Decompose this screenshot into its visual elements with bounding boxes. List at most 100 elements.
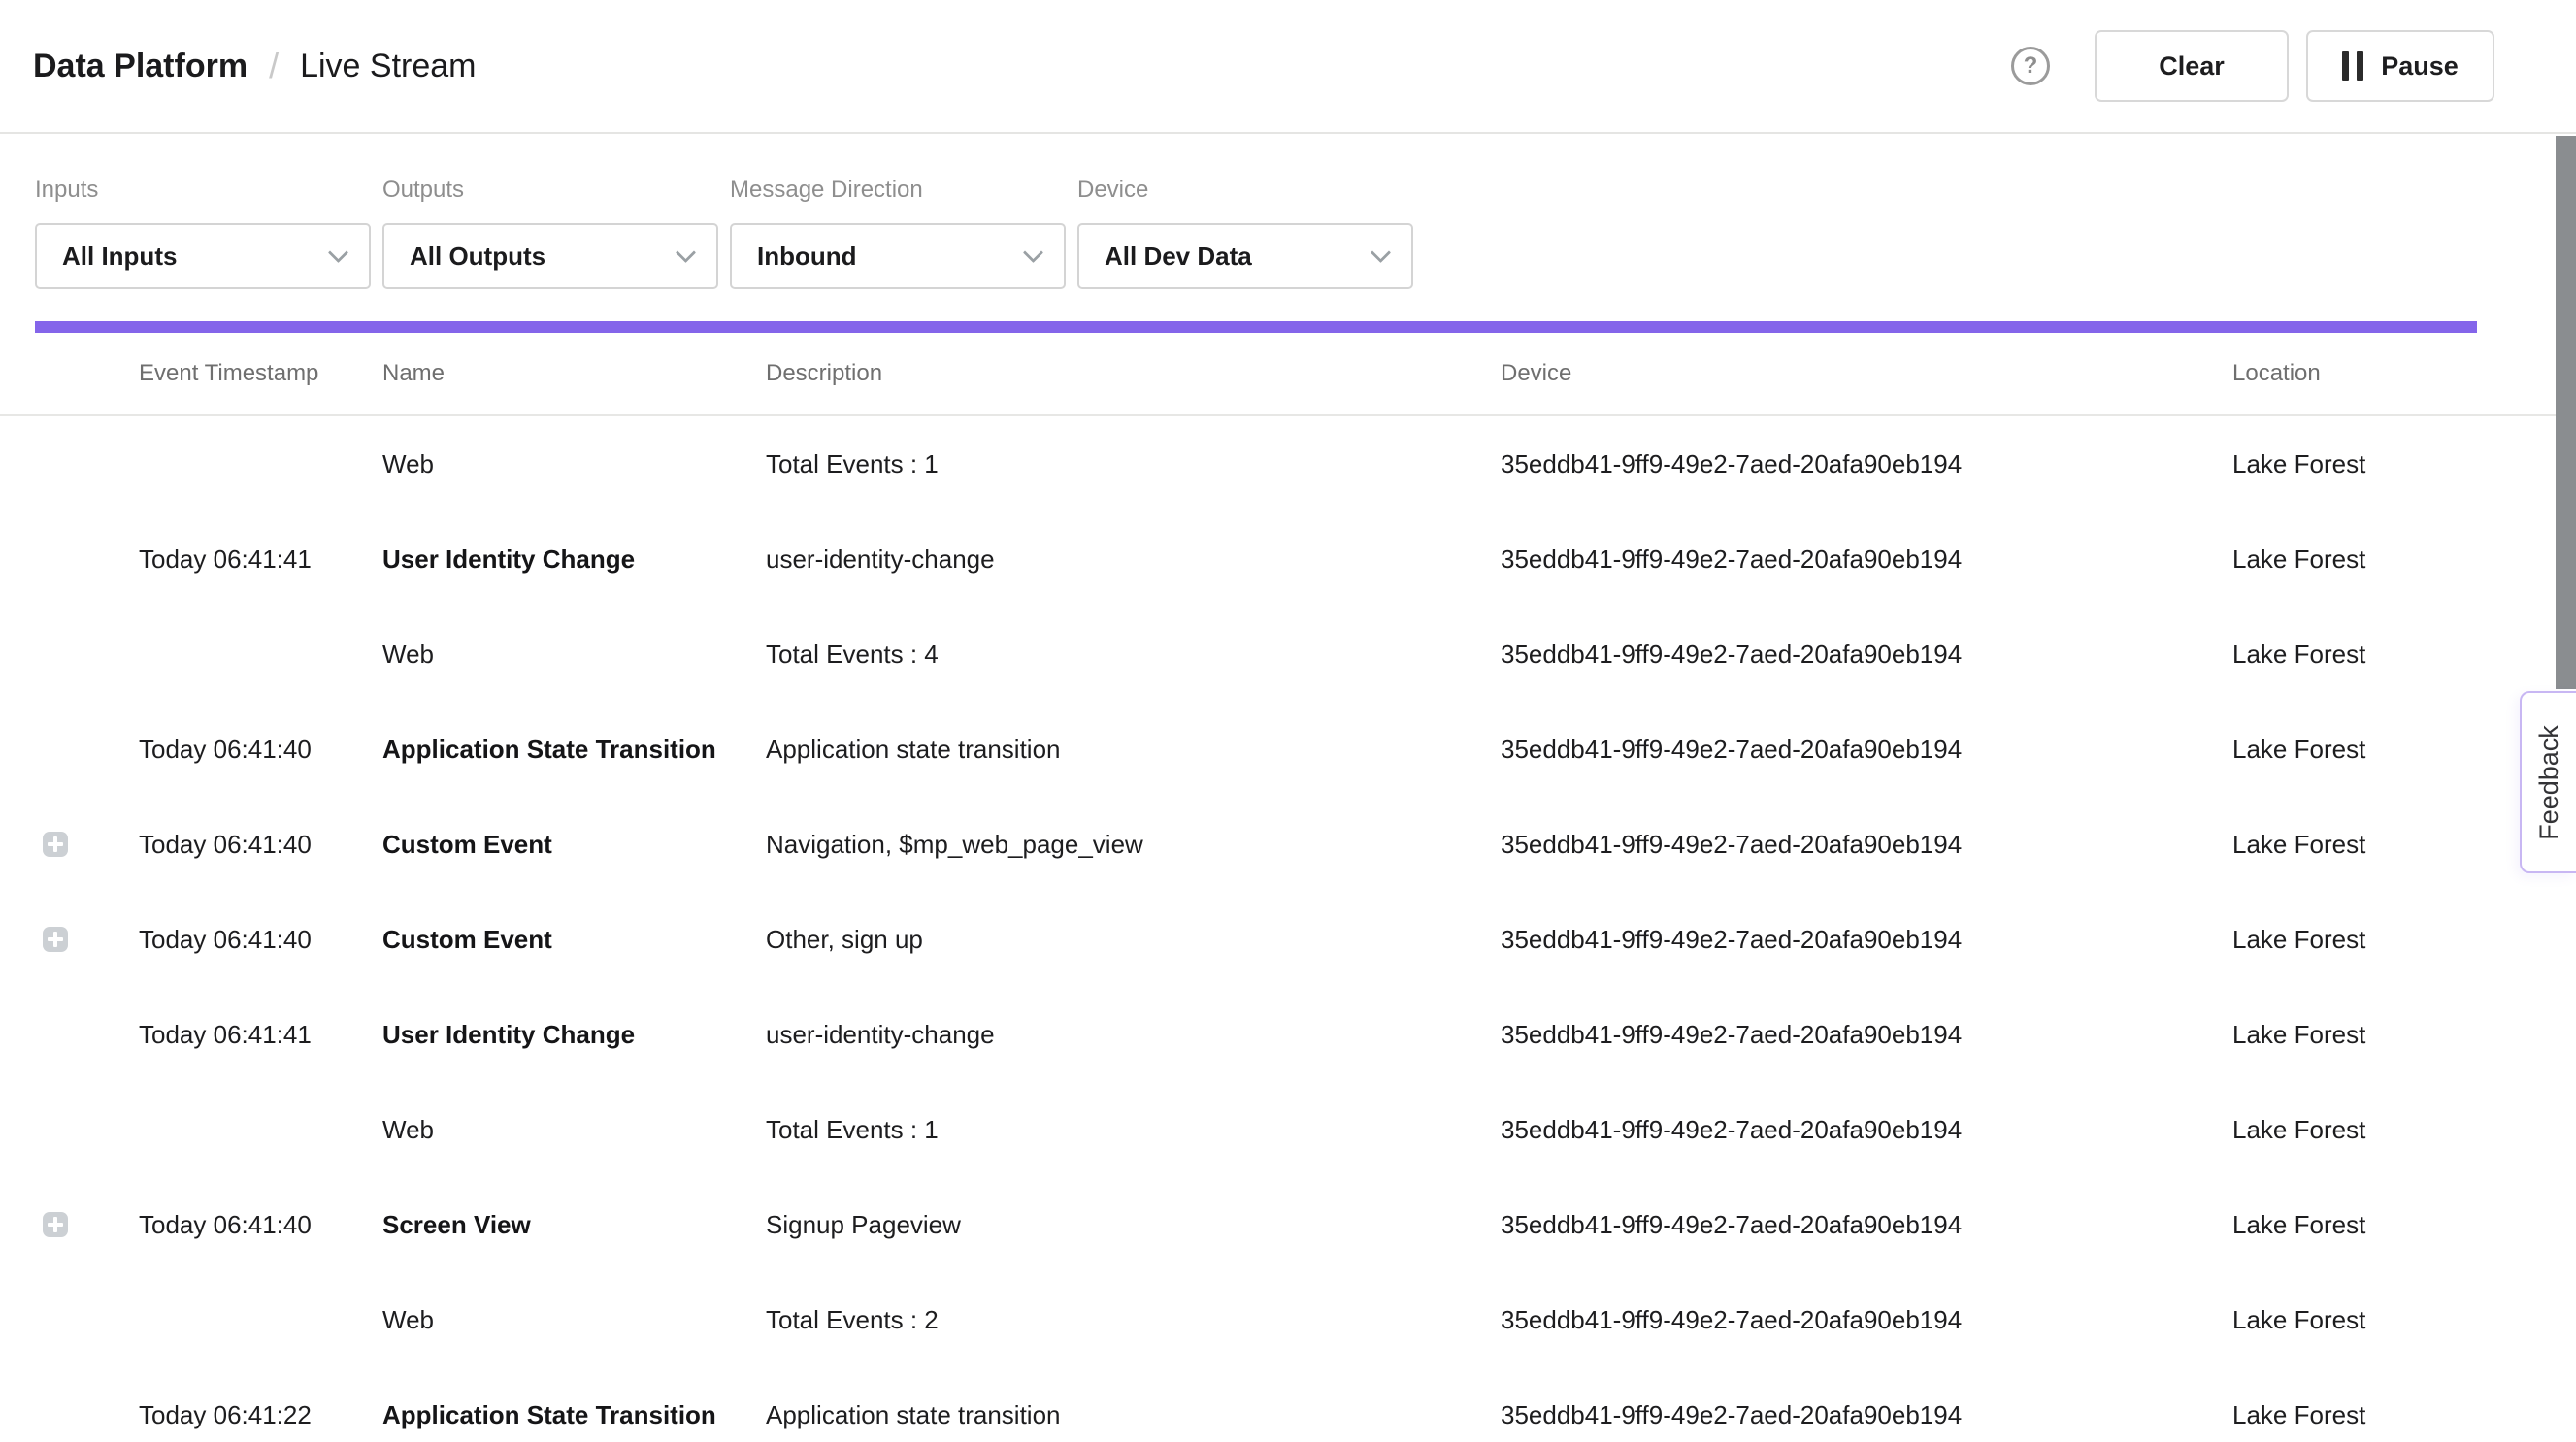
help-icon[interactable]: ? bbox=[2011, 47, 2050, 85]
table-row[interactable]: Today 06:41:40 Custom Event Navigation, … bbox=[0, 797, 2576, 892]
event-timestamp: Today 06:41:40 bbox=[139, 735, 382, 765]
table-row[interactable]: Web Total Events : 4 35eddb41-9ff9-49e2-… bbox=[0, 606, 2576, 702]
events-table: Event Timestamp Name Description Device … bbox=[0, 333, 2576, 1442]
event-location: Lake Forest bbox=[2232, 1305, 2576, 1335]
clear-button[interactable]: Clear bbox=[2095, 30, 2289, 102]
event-device: 35eddb41-9ff9-49e2-7aed-20afa90eb194 bbox=[1501, 449, 2232, 479]
feedback-tab-label: Feedback bbox=[2534, 725, 2564, 840]
event-name: Custom Event bbox=[382, 925, 766, 955]
event-description: Application state transition bbox=[766, 735, 1501, 765]
expand-icon[interactable] bbox=[43, 1212, 68, 1237]
filter-label: Message Direction bbox=[730, 177, 1066, 204]
filter-inputs: Inputs All Inputs bbox=[35, 177, 371, 289]
page-header: Data Platform / Live Stream ? Clear Paus… bbox=[0, 0, 2576, 134]
breadcrumb-section[interactable]: Data Platform bbox=[33, 48, 248, 85]
chevron-down-icon bbox=[1371, 242, 1391, 262]
expand-icon[interactable] bbox=[43, 832, 68, 857]
event-location: Lake Forest bbox=[2232, 544, 2576, 574]
event-name: Web bbox=[382, 639, 766, 670]
event-location: Lake Forest bbox=[2232, 449, 2576, 479]
breadcrumb: Data Platform / Live Stream bbox=[33, 46, 476, 86]
event-name: Application State Transition bbox=[382, 1400, 766, 1430]
table-row[interactable]: Today 06:41:40 Custom Event Other, sign … bbox=[0, 892, 2576, 987]
help-glyph: ? bbox=[2024, 52, 2038, 80]
event-timestamp: Today 06:41:40 bbox=[139, 830, 382, 860]
event-device: 35eddb41-9ff9-49e2-7aed-20afa90eb194 bbox=[1501, 735, 2232, 765]
event-location: Lake Forest bbox=[2232, 639, 2576, 670]
chevron-down-icon bbox=[328, 242, 348, 262]
event-device: 35eddb41-9ff9-49e2-7aed-20afa90eb194 bbox=[1501, 544, 2232, 574]
inputs-select-value: All Inputs bbox=[62, 242, 177, 272]
outputs-select-value: All Outputs bbox=[410, 242, 545, 272]
event-name: Web bbox=[382, 1115, 766, 1145]
event-location: Lake Forest bbox=[2232, 925, 2576, 955]
message-direction-select-value: Inbound bbox=[757, 242, 857, 272]
pause-button-label: Pause bbox=[2381, 51, 2459, 82]
live-stream-page: Data Platform / Live Stream ? Clear Paus… bbox=[0, 0, 2576, 1442]
accent-bar bbox=[35, 321, 2477, 333]
table-header-row: Event Timestamp Name Description Device … bbox=[0, 333, 2576, 416]
table-row[interactable]: Today 06:41:41 User Identity Change user… bbox=[0, 987, 2576, 1082]
filter-label: Inputs bbox=[35, 177, 371, 204]
chevron-down-icon bbox=[1023, 242, 1043, 262]
filter-device: Device All Dev Data bbox=[1077, 177, 1413, 289]
event-description: user-identity-change bbox=[766, 544, 1501, 574]
filters-bar: Inputs All Inputs Outputs All Outputs Me… bbox=[0, 134, 2576, 289]
event-name: Screen View bbox=[382, 1210, 766, 1240]
table-row[interactable]: Web Total Events : 1 35eddb41-9ff9-49e2-… bbox=[0, 416, 2576, 511]
pause-button[interactable]: Pause bbox=[2306, 30, 2494, 102]
event-description: Signup Pageview bbox=[766, 1210, 1501, 1240]
table-row[interactable]: Today 06:41:22 Application State Transit… bbox=[0, 1367, 2576, 1442]
event-description: Application state transition bbox=[766, 1400, 1501, 1430]
expand-icon[interactable] bbox=[43, 927, 68, 952]
header-actions: ? Clear Pause bbox=[2011, 30, 2494, 102]
event-name: Web bbox=[382, 449, 766, 479]
filter-outputs: Outputs All Outputs bbox=[382, 177, 718, 289]
event-device: 35eddb41-9ff9-49e2-7aed-20afa90eb194 bbox=[1501, 639, 2232, 670]
event-location: Lake Forest bbox=[2232, 1115, 2576, 1145]
outputs-select[interactable]: All Outputs bbox=[382, 223, 718, 289]
event-timestamp: Today 06:41:22 bbox=[139, 1400, 382, 1430]
event-description: user-identity-change bbox=[766, 1020, 1501, 1050]
event-device: 35eddb41-9ff9-49e2-7aed-20afa90eb194 bbox=[1501, 1305, 2232, 1335]
event-timestamp: Today 06:41:40 bbox=[139, 925, 382, 955]
event-description: Other, sign up bbox=[766, 925, 1501, 955]
event-timestamp: Today 06:41:41 bbox=[139, 1020, 382, 1050]
event-name: Application State Transition bbox=[382, 735, 766, 765]
column-header-name: Name bbox=[382, 360, 766, 387]
table-row[interactable]: Today 06:41:40 Screen View Signup Pagevi… bbox=[0, 1177, 2576, 1272]
event-name: Custom Event bbox=[382, 830, 766, 860]
feedback-tab[interactable]: Feedback bbox=[2520, 691, 2576, 873]
event-device: 35eddb41-9ff9-49e2-7aed-20afa90eb194 bbox=[1501, 1210, 2232, 1240]
event-name: User Identity Change bbox=[382, 1020, 766, 1050]
filter-message-direction: Message Direction Inbound bbox=[730, 177, 1066, 289]
event-device: 35eddb41-9ff9-49e2-7aed-20afa90eb194 bbox=[1501, 830, 2232, 860]
table-row[interactable]: Web Total Events : 1 35eddb41-9ff9-49e2-… bbox=[0, 1082, 2576, 1177]
filter-label: Device bbox=[1077, 177, 1413, 204]
table-row[interactable]: Today 06:41:41 User Identity Change user… bbox=[0, 511, 2576, 606]
event-timestamp: Today 06:41:41 bbox=[139, 544, 382, 574]
column-header-device: Device bbox=[1501, 360, 2232, 387]
inputs-select[interactable]: All Inputs bbox=[35, 223, 371, 289]
device-select[interactable]: All Dev Data bbox=[1077, 223, 1413, 289]
event-device: 35eddb41-9ff9-49e2-7aed-20afa90eb194 bbox=[1501, 1020, 2232, 1050]
message-direction-select[interactable]: Inbound bbox=[730, 223, 1066, 289]
scrollbar-thumb[interactable] bbox=[2556, 136, 2576, 689]
event-name: Web bbox=[382, 1305, 766, 1335]
event-description: Total Events : 1 bbox=[766, 1115, 1501, 1145]
chevron-down-icon bbox=[676, 242, 696, 262]
column-header-location: Location bbox=[2232, 360, 2576, 387]
event-location: Lake Forest bbox=[2232, 1210, 2576, 1240]
table-row[interactable]: Web Total Events : 2 35eddb41-9ff9-49e2-… bbox=[0, 1272, 2576, 1367]
event-name: User Identity Change bbox=[382, 544, 766, 574]
pause-icon bbox=[2342, 51, 2363, 81]
event-timestamp: Today 06:41:40 bbox=[139, 1210, 382, 1240]
table-row[interactable]: Today 06:41:40 Application State Transit… bbox=[0, 702, 2576, 797]
event-device: 35eddb41-9ff9-49e2-7aed-20afa90eb194 bbox=[1501, 925, 2232, 955]
device-select-value: All Dev Data bbox=[1105, 242, 1252, 272]
column-header-timestamp: Event Timestamp bbox=[139, 360, 382, 387]
event-description: Total Events : 1 bbox=[766, 449, 1501, 479]
event-description: Total Events : 4 bbox=[766, 639, 1501, 670]
column-header-description: Description bbox=[766, 360, 1501, 387]
filter-label: Outputs bbox=[382, 177, 718, 204]
